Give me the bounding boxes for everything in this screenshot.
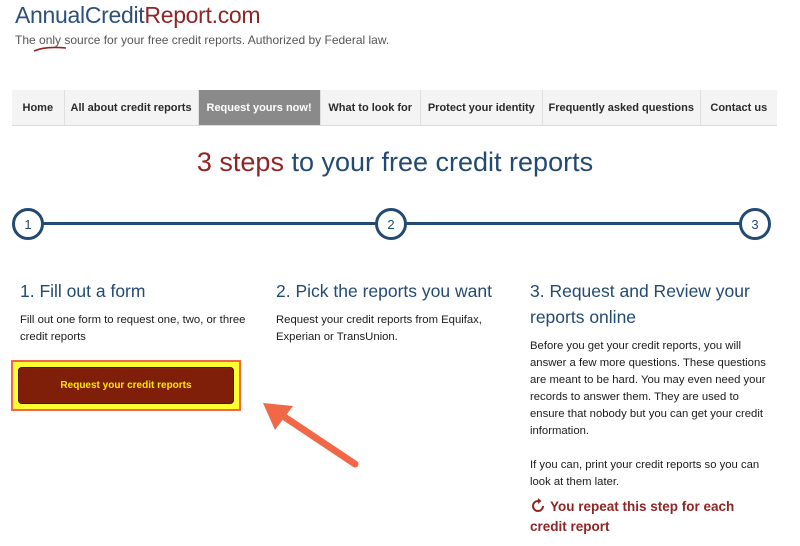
- step-progress-track: 1 2 3: [12, 205, 772, 241]
- site-logo[interactable]: AnnualCreditReport.com: [15, 2, 261, 29]
- logo-report: Report.com: [144, 2, 261, 28]
- step-2-column: 2. Pick the reports you want Request you…: [276, 278, 506, 346]
- main-nav: Home All about credit reports Request yo…: [12, 90, 777, 126]
- step-3-title: 3. Request and Review your reports onlin…: [530, 281, 750, 327]
- arrow-annotation-icon: [263, 403, 359, 468]
- nav-contact-us[interactable]: Contact us: [701, 90, 777, 125]
- step-1-column: 1. Fill out a form Fill out one form to …: [20, 278, 250, 346]
- nav-faq[interactable]: Frequently asked questions: [543, 90, 701, 125]
- page-title-rest: to your free credit reports: [283, 147, 594, 177]
- step-circle-3: 3: [739, 208, 771, 240]
- page-title: 3 steps to your free credit reports: [0, 147, 790, 178]
- step-1-title: 1. Fill out a form: [20, 281, 146, 301]
- step-3-print-note: If you can, print your credit reports so…: [530, 459, 760, 488]
- tagline: The only source for your free credit rep…: [15, 33, 389, 47]
- request-credit-reports-button[interactable]: Request your credit reports: [18, 367, 234, 404]
- nav-protect-identity[interactable]: Protect your identity: [421, 90, 543, 125]
- step-3-column: 3. Request and Review your reports onlin…: [530, 278, 770, 491]
- step-3-body: Before you get your credit reports, you …: [530, 340, 766, 437]
- nav-request-yours-now[interactable]: Request yours now!: [198, 90, 321, 125]
- refresh-icon: [532, 498, 544, 512]
- repeat-note: You repeat this step for each credit rep…: [530, 497, 770, 537]
- logo-credit: Credit: [84, 2, 145, 28]
- repeat-note-text: You repeat this step for each credit rep…: [530, 499, 735, 534]
- step-2-title: 2. Pick the reports you want: [276, 281, 492, 301]
- step-circle-1: 1: [12, 208, 44, 240]
- underline-swoosh-icon: [33, 46, 67, 52]
- page-title-accent: 3 steps: [196, 147, 284, 177]
- nav-about-credit-reports[interactable]: All about credit reports: [65, 90, 199, 125]
- logo-annual: Annual: [15, 2, 85, 28]
- step-2-body: Request your credit reports from Equifax…: [276, 314, 482, 343]
- step-1-body: Fill out one form to request one, two, o…: [20, 314, 246, 343]
- nav-what-to-look-for[interactable]: What to look for: [321, 90, 421, 125]
- tagline-post: source for your free credit reports. Aut…: [61, 33, 390, 47]
- step-circle-2: 2: [375, 208, 407, 240]
- nav-home[interactable]: Home: [12, 90, 65, 125]
